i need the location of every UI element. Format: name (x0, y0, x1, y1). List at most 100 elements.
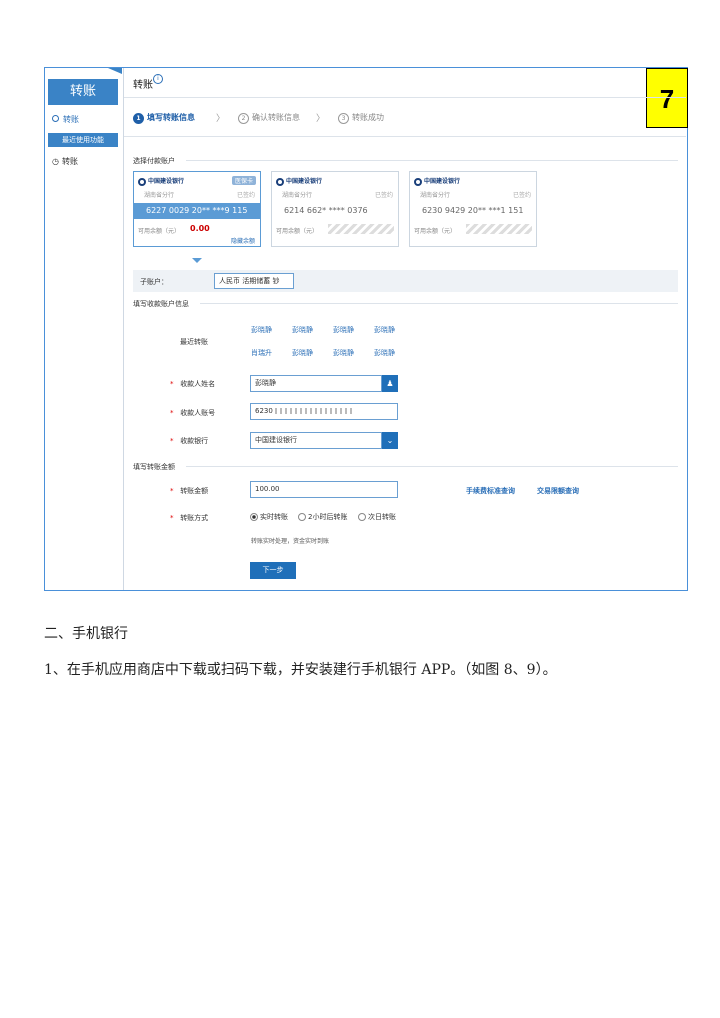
bank-logo: 中国建设银行 (138, 176, 184, 186)
contacts-person-icon[interactable]: ♟ (382, 375, 398, 392)
section-title-payee: 填写收款账户信息 (133, 300, 189, 308)
label-text: 转账金额 (180, 487, 209, 495)
divider (124, 136, 686, 137)
radio-dot-icon (52, 115, 59, 122)
amount-input[interactable]: 100.00 (250, 481, 398, 498)
ccb-logo-icon (138, 177, 146, 186)
selected-card-pointer (192, 258, 202, 263)
payer-card-2[interactable]: 中国建设银行 湖南省分行 已签约 6214 662* **** 0376 可用余… (271, 171, 399, 247)
card-tag: 医保卡 (231, 176, 256, 185)
account-value: 6230 (255, 407, 276, 415)
recent-payee-link[interactable]: 彭晓静 (333, 325, 354, 335)
card-account: 6227 0029 20** ***9 115 (134, 203, 260, 219)
clock-icon: ◷ (52, 157, 59, 166)
divider (200, 303, 678, 304)
card-account: 6230 9429 20** ***1 151 (422, 206, 524, 215)
method-label: * 转账方式 (170, 513, 208, 523)
balance-value: 0.00 (190, 224, 210, 233)
sidebar-corner-mark (108, 68, 122, 74)
recent-payee-link[interactable]: 彭晓静 (374, 325, 395, 335)
radio-label: 次日转账 (368, 513, 396, 521)
balance-label: 可用余额（元） (276, 228, 319, 235)
card-branch: 湖南省分行 (282, 192, 313, 199)
step-label: 确认转账信息 (252, 113, 300, 122)
payee-name-input[interactable]: 彭晓静 (250, 375, 382, 392)
chevron-right-icon: 〉 (216, 114, 226, 124)
radio-label: 2小时后转账 (308, 513, 348, 521)
bank-name: 中国建设银行 (148, 178, 185, 185)
sidebar-item-transfer[interactable]: 转账 (52, 114, 79, 125)
card-account: 6214 662* **** 0376 (284, 206, 368, 215)
recent-payee-link[interactable]: 彭晓静 (292, 325, 313, 335)
radio-icon (358, 513, 366, 521)
method-2h[interactable]: 2小时后转账 (298, 512, 347, 522)
label-text: 收款人姓名 (180, 380, 216, 388)
next-step-button[interactable]: 下一步 (250, 562, 296, 579)
transfer-note: 转账实时处理，资金实时到账 (251, 538, 330, 545)
divider (186, 466, 678, 467)
payer-card-1[interactable]: 中国建设银行 医保卡 湖南省分行 已签约 6227 0029 20** ***9… (133, 171, 261, 247)
bank-logo: 中国建设银行 (414, 176, 460, 186)
recent-transfer-label: 最近转账 (180, 338, 208, 346)
sidebar-title: 转账 (48, 79, 118, 105)
page-title: 转账 (133, 80, 153, 91)
ccb-logo-icon (414, 177, 422, 186)
radio-icon (298, 513, 306, 521)
card-signed: 已签约 (236, 192, 255, 199)
step-success: 3 转账成功 (338, 112, 384, 124)
info-icon[interactable]: i (153, 74, 163, 84)
payee-account-input[interactable]: 6230 (250, 403, 398, 420)
divider (186, 160, 678, 161)
payee-name-label: * 收款人姓名 (170, 379, 215, 389)
section-heading: 二、手机银行 (44, 626, 128, 642)
label-text: 收款银行 (180, 437, 209, 445)
payee-bank-label: * 收款银行 (170, 436, 208, 446)
sidebar-item-label: 转账 (61, 157, 78, 166)
label-text: 转账方式 (180, 514, 209, 522)
masked-account-digits (275, 408, 356, 414)
subaccount-label: 子账户： (140, 278, 168, 286)
step-number: 1 (133, 113, 144, 124)
ccb-logo-icon (276, 177, 284, 186)
required-asterisk: * (170, 514, 174, 522)
payee-account-label: * 收款人账号 (170, 408, 215, 418)
card-signed: 已签约 (374, 192, 393, 199)
card-branch: 湖南省分行 (420, 192, 451, 199)
recent-payee-link[interactable]: 彭晓静 (333, 348, 354, 358)
sidebar-item-label: 转账 (63, 115, 79, 124)
amount-label: * 转账金额 (170, 486, 208, 496)
recent-payee-link[interactable]: 肖瑞升 (251, 348, 272, 358)
recent-payee-link[interactable]: 彭晓静 (374, 348, 395, 358)
step-number: 2 (238, 113, 249, 124)
label-text: 收款人账号 (180, 409, 216, 417)
method-realtime[interactable]: 实时转账 (250, 512, 288, 522)
masked-balance (466, 224, 532, 234)
payer-card-3[interactable]: 中国建设银行 湖南省分行 已签约 6230 9429 20** ***1 151… (409, 171, 537, 247)
step-label: 转账成功 (352, 113, 384, 122)
sidebar-item-recent-transfer[interactable]: ◷ 转账 (52, 156, 78, 167)
sidebar-recent-functions: 最近使用功能 (48, 133, 118, 147)
method-next-day[interactable]: 次日转账 (358, 512, 396, 522)
figure-number-badge: 7 (646, 68, 688, 128)
hide-balance-link[interactable]: 隐藏余额 (231, 236, 255, 245)
bank-name: 中国建设银行 (286, 178, 323, 185)
radio-selected-icon (250, 513, 258, 521)
bank-name: 中国建设银行 (424, 178, 461, 185)
chevron-down-icon[interactable]: ⌄ (382, 432, 398, 449)
transaction-limit-link[interactable]: 交易限额查询 (537, 486, 579, 496)
masked-balance (328, 224, 394, 234)
step-number: 3 (338, 113, 349, 124)
payee-bank-select[interactable]: 中国建设银行 (250, 432, 382, 449)
radio-label: 实时转账 (260, 513, 288, 521)
step-fill-info: 1 填写转账信息 (133, 112, 195, 124)
chevron-right-icon: 〉 (316, 114, 326, 124)
recent-payee-link[interactable]: 彭晓静 (251, 325, 272, 335)
balance-label: 可用余额（元） (414, 228, 457, 235)
recent-payee-link[interactable]: 彭晓静 (292, 348, 313, 358)
body-paragraph: 1、在手机应用商店中下载或扫码下载，并安装建行手机银行 APP。（如图 8、9）… (44, 662, 557, 678)
required-asterisk: * (170, 380, 174, 388)
bank-logo: 中国建设银行 (276, 176, 322, 186)
fee-standard-link[interactable]: 手续费标准查询 (466, 486, 515, 496)
card-branch: 湖南省分行 (144, 192, 175, 199)
subaccount-select[interactable]: 人民币 活期储蓄 钞 (214, 273, 294, 289)
